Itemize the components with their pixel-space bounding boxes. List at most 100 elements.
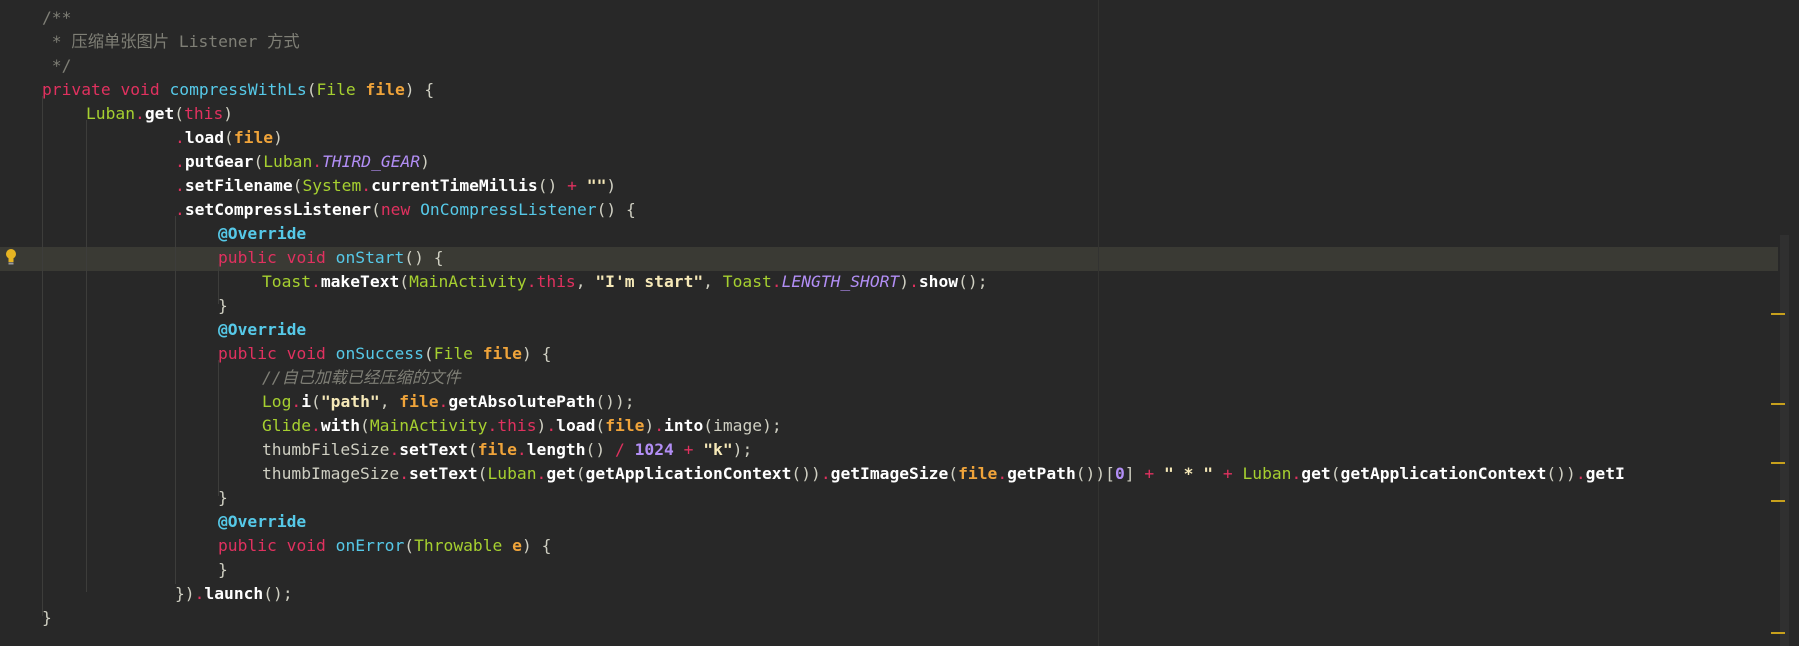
code-token: MainActivity (409, 272, 527, 291)
code-token: File (433, 344, 473, 363)
code-token: } (218, 488, 228, 507)
code-line[interactable]: private void compressWithLs(File file) { (42, 78, 434, 102)
code-token: MainActivity (369, 416, 488, 435)
warning-marker[interactable] (1771, 500, 1785, 502)
indent-guide (218, 360, 219, 496)
warning-marker[interactable] (1771, 313, 1785, 315)
code-token: ( (404, 536, 415, 555)
code-token: ( (174, 104, 185, 123)
code-token: ] (1124, 464, 1145, 483)
code-token: currentTimeMillis (371, 176, 538, 195)
code-line[interactable]: thumbFileSize.setText(file.length() / 10… (262, 438, 752, 462)
code-token: () { (404, 248, 444, 267)
code-token: file (233, 128, 274, 147)
code-line[interactable]: @Override (218, 318, 306, 342)
code-line[interactable]: Luban.get(this) (86, 102, 233, 126)
code-editor[interactable]: /** * 压缩单张图片 Listener 方式 */ private void… (0, 0, 1799, 646)
code-line[interactable]: */ (42, 54, 72, 78)
code-token: ()); (595, 392, 635, 411)
code-line[interactable]: thumbImageSize.setText(Luban.get(getAppl… (262, 462, 1762, 486)
code-line[interactable]: Toast.makeText(MainActivity.this, "I'm s… (262, 270, 988, 294)
code-line[interactable]: .load(file) (175, 126, 283, 150)
code-token: new (380, 200, 411, 219)
code-token: compressWithLs (169, 80, 307, 99)
code-line[interactable]: public void onStart() { (218, 246, 444, 270)
code-token: public (218, 536, 277, 555)
code-token: (); (958, 272, 988, 291)
code-token: void (286, 248, 326, 267)
code-token: ( (371, 200, 381, 219)
code-token: makeText (320, 272, 400, 291)
code-token: . (771, 272, 782, 291)
code-line[interactable]: Glide.with(MainActivity.this).load(file)… (262, 414, 782, 438)
code-token: void (120, 80, 160, 99)
code-token: . (516, 440, 527, 459)
code-token: } (42, 608, 52, 627)
code-token: "" (586, 176, 607, 195)
lightbulb-icon[interactable] (5, 248, 17, 268)
code-line[interactable]: * 压缩单张图片 Listener 方式 (42, 30, 300, 54)
editor-gutter[interactable] (0, 0, 30, 646)
indent-guide (175, 216, 176, 584)
code-token: . (909, 272, 919, 291)
code-token: //自己加载已经压缩的文件 (262, 368, 461, 387)
code-line[interactable]: public void onSuccess(File file) { (218, 342, 551, 366)
scrollbar-thumb[interactable] (1780, 235, 1789, 646)
code-token: * 压缩单张图片 Listener 方式 (42, 32, 300, 51)
code-line[interactable]: /** (42, 6, 71, 30)
code-token: file (399, 392, 439, 411)
code-token: getImageSize (830, 464, 949, 483)
warning-marker[interactable] (1771, 462, 1785, 464)
code-token: + (1222, 464, 1233, 483)
code-line[interactable]: @Override (218, 222, 306, 246)
code-line[interactable]: //自己加载已经压缩的文件 (262, 366, 461, 390)
code-line[interactable]: Log.i("path", file.getAbsolutePath()); (262, 390, 635, 414)
code-token: } (218, 560, 228, 579)
code-token: ( (595, 416, 606, 435)
code-token: () { (596, 200, 636, 219)
code-token: Toast (262, 272, 312, 291)
code-line[interactable]: } (218, 558, 228, 582)
code-token: ())[ (1075, 464, 1115, 483)
code-token: public (218, 248, 277, 267)
code-line[interactable]: public void onError(Throwable e) { (218, 534, 551, 558)
code-token: file (365, 80, 405, 99)
code-line[interactable]: } (218, 294, 228, 318)
code-line[interactable]: .putGear(Luban.THIRD_GEAR) (175, 150, 430, 174)
code-token: this (536, 272, 576, 291)
code-token: thumbImageSize (262, 464, 400, 483)
code-token: Luban (487, 464, 537, 483)
code-token: Luban (86, 104, 136, 123)
code-token: ) (536, 416, 547, 435)
code-token: . (311, 272, 321, 291)
code-token: . (820, 464, 831, 483)
code-token: onSuccess (335, 344, 424, 363)
code-line[interactable]: } (42, 606, 52, 630)
code-token: . (487, 416, 498, 435)
code-token: . (654, 416, 665, 435)
code-line[interactable]: }).launch(); (175, 582, 293, 606)
code-token: . (175, 152, 185, 171)
warning-marker[interactable] (1771, 632, 1785, 634)
code-line[interactable]: @Override (218, 510, 306, 534)
code-token: setCompressListener (184, 200, 372, 219)
code-token: ( (399, 272, 410, 291)
code-line[interactable]: .setCompressListener(new OnCompressListe… (175, 198, 636, 222)
code-token: , (575, 272, 596, 291)
warning-marker[interactable] (1771, 403, 1785, 405)
code-token: "k" (703, 440, 733, 459)
code-token: into (664, 416, 704, 435)
code-token: file (605, 416, 645, 435)
code-token: ( (575, 464, 586, 483)
code-token: with (320, 416, 361, 435)
code-line[interactable]: .setFilename(System.currentTimeMillis() … (175, 174, 616, 198)
code-line[interactable]: } (218, 486, 228, 510)
